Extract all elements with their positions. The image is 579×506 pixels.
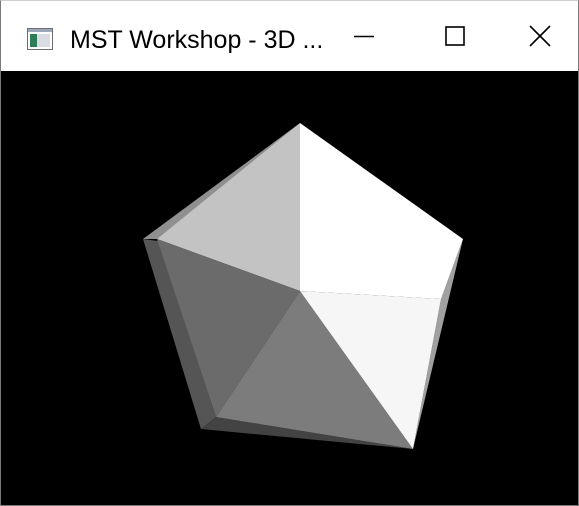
close-button[interactable] bbox=[500, 1, 578, 71]
maximize-icon bbox=[445, 26, 465, 46]
maximize-button[interactable] bbox=[409, 1, 501, 71]
pyramid-face-top-right bbox=[300, 123, 463, 299]
app-icon bbox=[27, 28, 53, 50]
app-window: MST Workshop - 3D ... bbox=[0, 0, 579, 506]
3d-viewport[interactable] bbox=[1, 71, 578, 505]
minimize-icon bbox=[354, 35, 374, 38]
pentagon-pyramid-model bbox=[143, 123, 463, 449]
close-icon bbox=[529, 25, 551, 47]
window-title: MST Workshop - 3D ... bbox=[70, 26, 324, 54]
minimize-button[interactable] bbox=[318, 1, 410, 71]
title-bar[interactable]: MST Workshop - 3D ... bbox=[1, 1, 578, 71]
